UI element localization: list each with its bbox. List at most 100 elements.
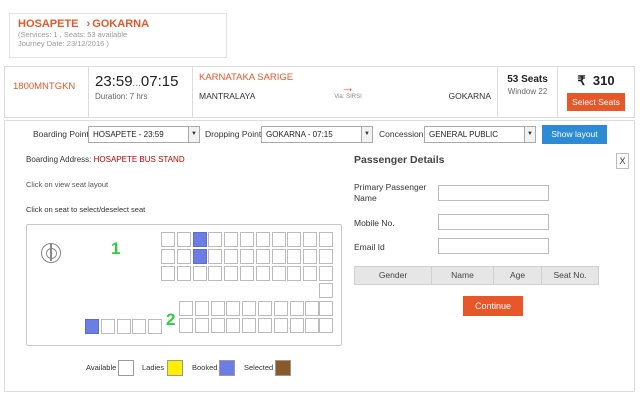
- seat-available[interactable]: [303, 266, 318, 281]
- seat-booked[interactable]: [192, 249, 207, 264]
- primary-passenger-label: Primary Passenger Name: [354, 182, 427, 203]
- chevron-down-icon: ▼: [361, 127, 372, 142]
- seat-available[interactable]: [240, 232, 254, 247]
- passenger-table-header: Gender Name Age Seat No.: [354, 266, 599, 285]
- seat-available[interactable]: [319, 301, 333, 316]
- boarding-point-label: Boarding Point: [33, 129, 89, 139]
- seat-available[interactable]: [319, 232, 333, 247]
- seat-available[interactable]: [210, 301, 225, 316]
- close-button[interactable]: X: [616, 153, 629, 169]
- seat-available[interactable]: [287, 232, 302, 247]
- chevron-down-icon: ▼: [524, 127, 535, 142]
- seat-available[interactable]: [255, 249, 270, 264]
- legend-ladies-label: Ladies: [142, 363, 165, 372]
- seat-available[interactable]: [273, 318, 288, 333]
- seat-available[interactable]: [271, 232, 286, 247]
- trip-row: 1800MNTGKN 23:59...07:15 Duration: 7 hrs…: [4, 66, 635, 118]
- seat-available[interactable]: [176, 232, 191, 247]
- email-label: Email Id: [354, 242, 385, 252]
- mobile-label: Mobile No.: [354, 218, 395, 228]
- price: ₹ 310: [558, 73, 634, 89]
- boarding-point-select[interactable]: HOSAPETE - 23:59 ▼: [88, 126, 200, 143]
- view-layout-hint: Click on view seat layout: [26, 180, 109, 189]
- seat-available[interactable]: [319, 318, 333, 333]
- seat-available[interactable]: [116, 319, 131, 334]
- seat-available[interactable]: [224, 232, 239, 247]
- chevron-down-icon: ▼: [188, 127, 199, 142]
- seat-available[interactable]: [161, 266, 175, 281]
- seat-booked[interactable]: [192, 232, 207, 247]
- continue-button[interactable]: Continue: [463, 296, 523, 316]
- seat-available[interactable]: [319, 283, 333, 298]
- show-layout-button[interactable]: Show layout: [542, 125, 607, 144]
- bus-seat-layout: 1 2 3: [26, 224, 342, 346]
- route-title: HOSAPETE › GOKARNA: [18, 18, 218, 30]
- legend-ladies-swatch: [167, 360, 183, 376]
- primary-passenger-input[interactable]: [438, 185, 549, 201]
- legend-available-label: Available: [86, 363, 117, 372]
- concession-select[interactable]: GENERAL PUBLIC ▼: [424, 126, 536, 143]
- seat-available[interactable]: [242, 301, 257, 316]
- email-input[interactable]: [438, 238, 549, 254]
- seat-selection-panel: Boarding Point HOSAPETE - 23:59 ▼ Droppi…: [4, 120, 635, 392]
- seat-available[interactable]: [210, 318, 225, 333]
- seat-available[interactable]: [224, 249, 239, 264]
- trip-destination: GOKARNA: [448, 91, 491, 101]
- seat-available[interactable]: [271, 266, 286, 281]
- seat-available[interactable]: [305, 318, 320, 333]
- seat-available[interactable]: [208, 266, 223, 281]
- route-arrow: ›: [86, 18, 91, 30]
- seat-available[interactable]: [289, 301, 304, 316]
- services-info: (Services: 1 , Seats: 53 available: [18, 30, 128, 39]
- seat-available[interactable]: [258, 318, 272, 333]
- seat-available[interactable]: [255, 232, 270, 247]
- seat-available[interactable]: [194, 301, 209, 316]
- boarding-address-label: Boarding Address:: [26, 155, 92, 164]
- seat-available[interactable]: [208, 232, 223, 247]
- seat-available[interactable]: [161, 232, 175, 247]
- dropping-point-select[interactable]: GOKARNA - 07:15 ▼: [261, 126, 373, 143]
- seat-available[interactable]: [287, 249, 302, 264]
- seat-available[interactable]: [240, 249, 254, 264]
- seat-available[interactable]: [287, 266, 302, 281]
- seat-available[interactable]: [271, 249, 286, 264]
- passenger-details-title: Passenger Details: [354, 154, 445, 166]
- seat-available[interactable]: [303, 232, 318, 247]
- seat-available[interactable]: [289, 318, 304, 333]
- seat-available[interactable]: [161, 249, 175, 264]
- seat-available[interactable]: [224, 266, 239, 281]
- seat-available[interactable]: [192, 266, 207, 281]
- legend-selected-swatch: [275, 360, 291, 376]
- legend-selected-label: Selected: [244, 363, 274, 372]
- seat-available[interactable]: [273, 301, 288, 316]
- seat-available[interactable]: [258, 301, 272, 316]
- seat-available[interactable]: [148, 319, 163, 334]
- via-text: Via: SIRSI: [334, 94, 362, 100]
- seat-available[interactable]: [240, 266, 254, 281]
- route-summary-card: HOSAPETE › GOKARNA (Services: 1 , Seats: 5…: [9, 13, 227, 58]
- mobile-input[interactable]: [438, 214, 549, 230]
- seat-available[interactable]: [303, 249, 318, 264]
- seat-available[interactable]: [194, 318, 209, 333]
- seat-available[interactable]: [242, 318, 257, 333]
- operator-code: 1800MNTGKN: [5, 67, 89, 117]
- seat-available[interactable]: [179, 301, 193, 316]
- seat-available[interactable]: [132, 319, 147, 334]
- seat-available[interactable]: [319, 249, 333, 264]
- window-seats: Window 22: [507, 87, 548, 96]
- seat-available[interactable]: [176, 266, 191, 281]
- seat-available[interactable]: [100, 319, 115, 334]
- seat-available[interactable]: [226, 318, 241, 333]
- boarding-address-value: HOSAPETE BUS STAND: [93, 155, 185, 164]
- seat-available[interactable]: [179, 318, 193, 333]
- seat-booked[interactable]: [85, 319, 99, 334]
- bus-info: KARNATAKA SARIGE MANTRALAYA → Via: SIRSI…: [193, 67, 498, 117]
- seat-available[interactable]: [226, 301, 241, 316]
- via-info: → Via: SIRSI: [323, 81, 373, 100]
- seat-available[interactable]: [255, 266, 270, 281]
- seat-available[interactable]: [319, 266, 333, 281]
- select-seats-button[interactable]: Select Seats: [567, 93, 625, 111]
- seat-available[interactable]: [176, 249, 191, 264]
- seat-available[interactable]: [305, 301, 320, 316]
- seat-available[interactable]: [208, 249, 223, 264]
